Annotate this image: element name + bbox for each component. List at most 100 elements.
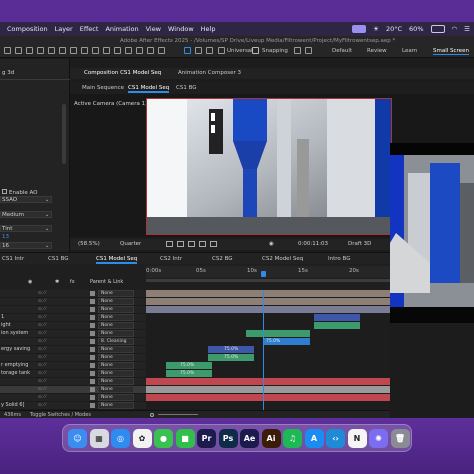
label-color-swatch[interactable] xyxy=(90,323,95,328)
layer-row[interactable]: ⊙ ⁄ ⁄ None xyxy=(0,290,146,298)
tab-cs2-model-seq[interactable]: CS2 Model Seq xyxy=(262,256,303,262)
dock-settings-icon[interactable]: ✺ xyxy=(369,429,388,448)
label-color-swatch[interactable] xyxy=(90,315,95,320)
layer-row[interactable]: ⊙ ⁄ ⁄ None xyxy=(0,306,146,314)
layer-bar[interactable]: 75.0% xyxy=(264,338,310,345)
dock-launchpad-icon[interactable]: ▦ xyxy=(89,429,109,448)
layer-name[interactable]: torage tank xyxy=(1,370,30,376)
parent-select[interactable]: None xyxy=(98,378,134,385)
breadcrumb-cs1-model-seq[interactable]: CS1 Model Seq xyxy=(128,85,170,93)
rectangle-tool-icon[interactable] xyxy=(81,47,88,54)
dock-facetime-icon[interactable]: ■ xyxy=(175,429,195,448)
menu-window[interactable]: Window xyxy=(168,25,194,33)
layer-switches-icon[interactable]: ⊙ ⁄ ⁄ xyxy=(38,339,60,344)
arrow-select-icon[interactable] xyxy=(184,47,191,54)
workspace-learn[interactable]: Learn xyxy=(402,48,417,54)
snap-grid-icon[interactable] xyxy=(305,47,312,54)
layer-switches-icon[interactable]: ⊙ ⁄ ⁄ xyxy=(38,403,60,408)
menu-effect[interactable]: Effect xyxy=(80,25,99,33)
layer-name[interactable]: ergy saving xyxy=(1,346,30,352)
layer-switches-icon[interactable]: ⊙ ⁄ ⁄ xyxy=(38,347,60,352)
mask-visibility-icon[interactable] xyxy=(188,241,195,247)
label-color-swatch[interactable] xyxy=(90,379,95,384)
workspace-default[interactable]: Default xyxy=(332,48,352,54)
type-tool-icon[interactable] xyxy=(103,47,110,54)
battery-icon[interactable] xyxy=(430,25,445,33)
hand-tool-icon[interactable] xyxy=(26,47,33,54)
parent-select[interactable]: None xyxy=(98,346,134,353)
pan-tool-icon[interactable] xyxy=(59,47,66,54)
parent-select[interactable]: None xyxy=(98,330,134,337)
parent-select[interactable]: None xyxy=(98,306,134,313)
work-area-bar[interactable] xyxy=(146,279,390,282)
dock-messages-icon[interactable]: ● xyxy=(154,429,173,448)
layer-bar[interactable] xyxy=(314,322,360,329)
label-color-swatch[interactable] xyxy=(90,307,95,312)
dock-trash-icon[interactable]: 🗑 xyxy=(390,429,410,448)
timecode-display[interactable]: 0:00:11:03 xyxy=(298,241,328,247)
layer-row[interactable]: ight ⊙ ⁄ ⁄ None xyxy=(0,322,146,330)
chevron-down-icon[interactable]: ⌄ xyxy=(45,226,49,232)
dock-vscode-icon[interactable]: ‹› xyxy=(326,429,345,448)
transparency-grid-icon[interactable] xyxy=(177,241,184,247)
renderer-select[interactable]: Draft 3D xyxy=(348,241,371,247)
layer-row[interactable]: 1 ⊙ ⁄ ⁄ None xyxy=(0,314,146,322)
label-color-swatch[interactable] xyxy=(90,363,95,368)
parent-select[interactable]: None xyxy=(98,386,134,393)
tab-cs1-intr[interactable]: CS1 Intr xyxy=(2,256,24,262)
timeline-zoom-slider[interactable] xyxy=(158,414,198,415)
label-color-swatch[interactable] xyxy=(90,339,95,344)
parent-select[interactable]: None xyxy=(98,354,134,361)
layer-row[interactable]: ⊙ ⁄ ⁄ None xyxy=(0,378,146,386)
layer-bar[interactable] xyxy=(146,394,390,401)
layer-row[interactable]: ion system ⊙ ⁄ ⁄ None xyxy=(0,330,146,338)
layer-row[interactable]: torage tank ⊙ ⁄ ⁄ None xyxy=(0,370,146,378)
zoom-select[interactable]: (58.5%) xyxy=(78,241,100,247)
parent-select[interactable]: None xyxy=(98,298,134,305)
value-field[interactable]: 13 xyxy=(2,234,9,240)
guides-icon[interactable] xyxy=(199,241,206,247)
layer-bar[interactable]: 75.0% xyxy=(166,362,212,369)
panel-scrollbar[interactable] xyxy=(62,104,66,164)
tab-cs2-bg[interactable]: CS2 BG xyxy=(212,256,233,262)
dock-safari-icon[interactable]: ◎ xyxy=(111,429,130,448)
layer-name[interactable]: ight xyxy=(1,322,11,328)
roto-tool-icon[interactable] xyxy=(147,47,154,54)
layer-bar[interactable] xyxy=(246,330,310,337)
layer-bar[interactable] xyxy=(146,378,390,385)
tab-intro-bg[interactable]: Intro BG xyxy=(328,256,350,262)
enable-ao-checkbox[interactable] xyxy=(2,189,7,194)
composition-render[interactable] xyxy=(146,98,392,235)
pen-tool-icon[interactable] xyxy=(92,47,99,54)
layer-bar[interactable]: 75.0% xyxy=(166,370,212,377)
layer-row[interactable]: r emptying ⊙ ⁄ ⁄ None xyxy=(0,362,146,370)
menu-help[interactable]: Help xyxy=(201,25,216,33)
menu-animation[interactable]: Animation xyxy=(105,25,138,33)
zoom-tool-icon[interactable] xyxy=(37,47,44,54)
tab-cs1-bg[interactable]: CS1 BG xyxy=(48,256,69,262)
universal-icon[interactable] xyxy=(218,47,225,54)
parent-select[interactable]: None xyxy=(98,370,134,377)
layer-switches-icon[interactable]: ⊙ ⁄ ⁄ xyxy=(38,291,60,296)
menu-composition[interactable]: Composition xyxy=(7,25,48,33)
universal-mode-label[interactable]: Universal xyxy=(227,48,253,54)
label-color-swatch[interactable] xyxy=(90,299,95,304)
layer-bar[interactable] xyxy=(146,306,390,313)
layer-bar[interactable]: 75.0% xyxy=(208,354,254,361)
layer-row[interactable]: ⊙ ⁄ ⁄ None xyxy=(0,354,146,362)
parent-select[interactable]: None xyxy=(98,402,134,409)
layer-name[interactable]: r emptying xyxy=(1,362,28,368)
playhead-handle[interactable] xyxy=(261,271,266,277)
dock-notion-icon[interactable]: N xyxy=(347,429,367,448)
parent-select[interactable]: None xyxy=(98,362,134,369)
resolution-select[interactable]: Quarter xyxy=(120,241,141,247)
dock-premiere-icon[interactable]: Pr xyxy=(197,429,216,448)
menu-layer[interactable]: Layer xyxy=(55,25,73,33)
menu-view[interactable]: View xyxy=(146,25,161,33)
layer-bar[interactable]: 75.0% xyxy=(208,346,254,353)
label-color-swatch[interactable] xyxy=(90,403,95,408)
tab-cs2-intr[interactable]: CS2 Intr xyxy=(160,256,182,262)
parent-select[interactable]: None xyxy=(98,394,134,401)
timeline-track-area[interactable]: 75.0% 75.0% 75.0% 75.0% 75.0% xyxy=(146,290,390,410)
workspace-small-screen[interactable]: Small Screen xyxy=(433,48,469,55)
